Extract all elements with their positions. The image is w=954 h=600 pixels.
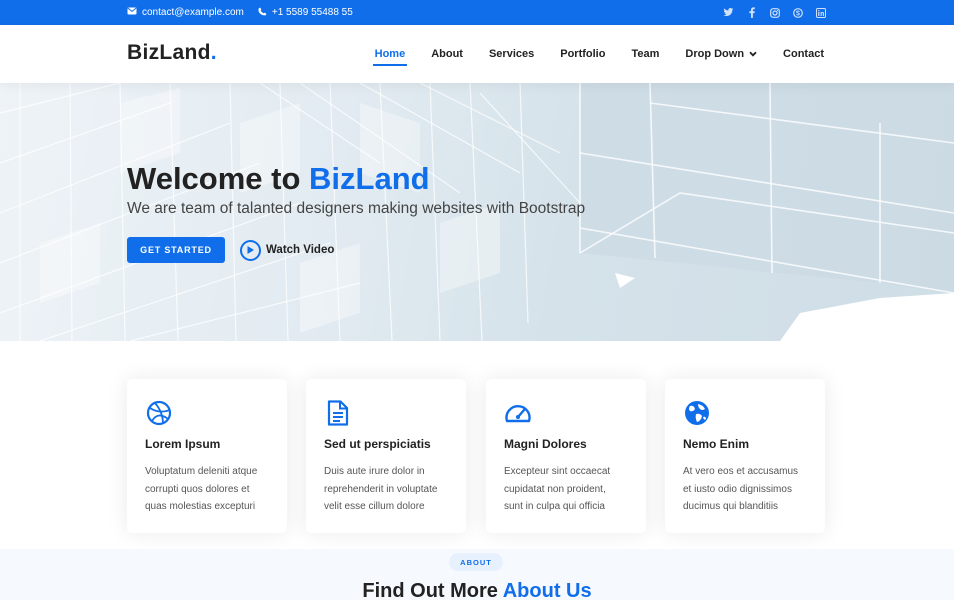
instagram-icon[interactable] — [769, 7, 780, 18]
logo-dot: . — [210, 41, 217, 64]
main-nav: Home About Services Portfolio Team Drop … — [362, 25, 824, 83]
get-started-button[interactable]: GET STARTED — [127, 237, 225, 263]
skype-icon[interactable] — [792, 7, 803, 18]
service-title: Magni Dolores — [504, 437, 587, 451]
document-icon — [324, 399, 352, 427]
nav-item-services[interactable]: Services — [476, 25, 547, 83]
about-title-prefix: Find Out More — [362, 580, 503, 600]
phone-link[interactable]: +1 5589 55488 55 — [258, 7, 353, 19]
service-title: Nemo Enim — [683, 437, 750, 451]
logo[interactable]: BizLand. — [127, 41, 217, 65]
watch-video-button[interactable]: Watch Video — [240, 239, 334, 261]
nav-item-drop-down[interactable]: Drop Down — [672, 25, 770, 83]
service-line: reprehenderit in voluptate — [324, 483, 438, 495]
linkedin-icon[interactable] — [815, 7, 826, 18]
nav-item-label: About — [431, 48, 463, 60]
nav-item-portfolio[interactable]: Portfolio — [547, 25, 618, 83]
site-header: BizLand. Home About Services Portfolio T… — [0, 25, 954, 83]
nav-item-label: Drop Down — [685, 48, 745, 60]
service-card[interactable]: Nemo Enim At vero eos et accusamus et iu… — [665, 379, 825, 533]
service-description: At vero eos et accusamus et iusto odio d… — [683, 463, 807, 516]
service-line: et iusto odio dignissimos — [683, 483, 792, 495]
watch-video-label: Watch Video — [266, 244, 335, 256]
twitter-icon[interactable] — [723, 7, 734, 18]
speedometer-icon — [504, 399, 532, 427]
dribbble-icon — [145, 399, 173, 427]
service-card[interactable]: Magni Dolores Excepteur sint occaecat cu… — [486, 379, 646, 533]
about-title: Find Out More About Us — [0, 580, 954, 600]
globe-icon — [683, 399, 711, 427]
service-line: Voluptatum deleniti atque — [145, 466, 258, 477]
hero-title-prefix: Welcome to — [127, 161, 310, 196]
nav-item-home[interactable]: Home — [362, 25, 419, 83]
about-section: ABOUT Find Out More About Us — [0, 549, 954, 600]
top-bar-contact: contact@example.com +1 5589 55488 55 — [127, 0, 353, 25]
service-card[interactable]: Lorem Ipsum Voluptatum deleniti atque co… — [127, 379, 287, 533]
hero-subtitle: We are team of talanted designers making… — [127, 200, 586, 217]
service-line: cupidatat non proident, — [504, 483, 606, 495]
hero-section: Welcome to BizLand We are team of talant… — [0, 83, 954, 341]
service-line: velit esse cillum dolore — [324, 501, 425, 512]
service-line: Duis aute irure dolor in — [324, 466, 425, 477]
social-links — [723, 0, 826, 25]
top-bar: contact@example.com +1 5589 55488 55 — [0, 0, 954, 25]
logo-text: BizLand — [127, 41, 211, 64]
chevron-down-icon — [749, 51, 757, 57]
service-card[interactable]: Sed ut perspiciatis Duis aute irure dolo… — [306, 379, 466, 533]
service-title: Sed ut perspiciatis — [324, 437, 431, 451]
nav-item-label: Home — [374, 48, 406, 60]
nav-item-label: Services — [488, 48, 535, 60]
envelope-icon — [127, 7, 137, 18]
phone-icon — [258, 7, 267, 19]
facebook-icon[interactable] — [746, 7, 757, 18]
nav-item-contact[interactable]: Contact — [770, 25, 824, 83]
service-description: Excepteur sint occaecat cupidatat non pr… — [504, 463, 628, 516]
services-section: Lorem Ipsum Voluptatum deleniti atque co… — [0, 341, 954, 549]
nav-item-label: Team — [631, 48, 660, 60]
service-line: Excepteur sint occaecat — [504, 466, 611, 477]
nav-item-about[interactable]: About — [418, 25, 476, 83]
play-icon — [240, 239, 261, 261]
about-title-accent: About Us — [502, 580, 592, 600]
about-badge: ABOUT — [449, 553, 503, 571]
nav-item-label: Portfolio — [560, 48, 606, 60]
nav-item-team[interactable]: Team — [618, 25, 672, 83]
hero-title-accent: BizLand — [309, 161, 430, 196]
service-description: Duis aute irure dolor in reprehenderit i… — [324, 463, 448, 516]
service-line: sunt in culpa qui officia — [504, 501, 605, 512]
email-link[interactable]: contact@example.com — [127, 7, 244, 18]
nav-item-label: Contact — [783, 48, 824, 60]
service-line: corrupti quos dolores et — [145, 483, 250, 495]
phone-text: +1 5589 55488 55 — [271, 7, 353, 18]
email-text: contact@example.com — [142, 7, 244, 18]
service-line: ducimus qui blanditiis — [683, 501, 779, 512]
service-line: At vero eos et accusamus — [683, 466, 799, 477]
service-title: Lorem Ipsum — [145, 437, 221, 451]
hero-title: Welcome to BizLand — [127, 161, 430, 197]
service-description: Voluptatum deleniti atque corrupti quos … — [145, 463, 269, 516]
service-line: quas molestias excepturi — [145, 501, 256, 512]
